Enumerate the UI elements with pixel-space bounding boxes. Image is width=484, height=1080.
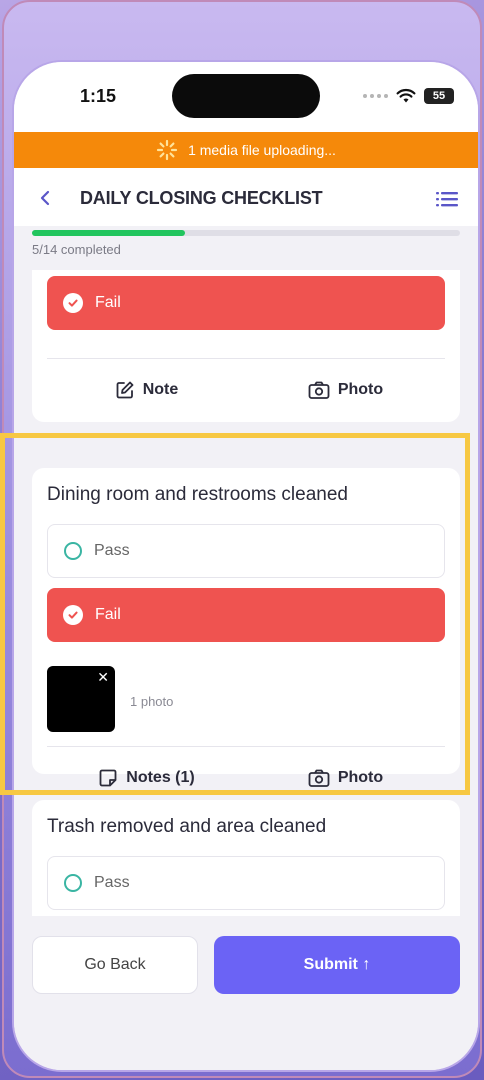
divider — [47, 746, 445, 747]
camera-icon — [308, 381, 330, 399]
fail-label: Fail — [95, 606, 121, 623]
divider — [47, 358, 445, 359]
photo-button[interactable]: Photo — [246, 368, 445, 412]
status-bar: 1:15 55 — [14, 62, 478, 134]
note-button[interactable]: Note — [47, 368, 246, 412]
checklist-item: Fail Note Photo — [32, 270, 460, 422]
submit-button[interactable]: Submit ↑ — [214, 936, 460, 994]
go-back-button[interactable]: Go Back — [32, 936, 198, 994]
checklist-item: Trash removed and area cleaned Pass — [32, 800, 460, 916]
pass-option[interactable]: Pass — [47, 856, 445, 910]
checklist-item: Dining room and restrooms cleaned Pass F… — [32, 468, 460, 787]
battery-icon: 55 — [424, 88, 454, 104]
fail-option[interactable]: Fail — [47, 276, 445, 330]
page-title: DAILY CLOSING CHECKLIST — [80, 188, 323, 208]
upload-banner: 1 media file uploading... — [14, 132, 478, 168]
fail-option[interactable]: Fail — [47, 588, 445, 642]
loading-spinner-icon — [156, 139, 178, 161]
status-icons: 55 — [363, 88, 454, 104]
app-header: DAILY CLOSING CHECKLIST — [14, 168, 478, 230]
photo-count: 1 photo — [130, 694, 174, 709]
list-menu-button[interactable] — [436, 190, 458, 208]
sticky-note-icon — [99, 769, 117, 787]
radio-icon — [64, 874, 82, 892]
notes-button[interactable]: Notes (1) — [47, 756, 246, 800]
progress-section: 5/14 completed — [14, 226, 478, 270]
status-time: 1:15 — [80, 86, 117, 106]
app-screen: 1:15 55 1 media file uploading... DAILY … — [14, 62, 478, 1070]
list-icon — [436, 192, 458, 207]
item-actions: Note Photo — [47, 368, 445, 412]
footer: Go Back Submit ↑ — [14, 916, 478, 1070]
back-button[interactable] — [34, 186, 58, 210]
upload-status-text: 1 media file uploading... — [188, 142, 336, 158]
notes-label: Notes (1) — [126, 769, 195, 786]
phone-frame: 1:15 55 1 media file uploading... DAILY … — [2, 0, 482, 1078]
item-title: Trash removed and area cleaned — [47, 816, 327, 837]
item-actions: Notes (1) Photo — [47, 756, 445, 800]
radio-icon — [64, 542, 82, 560]
photo-thumbnail[interactable]: ✕ — [47, 666, 115, 732]
camera-icon — [308, 769, 330, 787]
photo-label: Photo — [337, 769, 384, 786]
check-circle-icon — [63, 293, 83, 313]
dynamic-island — [172, 74, 320, 118]
checklist[interactable]: Fail Note Photo Dining room and restroom… — [14, 270, 478, 916]
wifi-icon — [396, 88, 416, 103]
close-icon[interactable]: ✕ — [97, 670, 109, 684]
edit-note-icon — [116, 381, 134, 399]
progress-bar — [32, 230, 460, 236]
note-label: Note — [142, 381, 179, 398]
photo-label: Photo — [337, 381, 384, 398]
item-title: Dining room and restrooms cleaned — [47, 484, 348, 505]
fail-label: Fail — [95, 294, 121, 311]
pass-label: Pass — [94, 874, 130, 891]
signal-icon — [363, 94, 388, 98]
photo-button[interactable]: Photo — [246, 756, 445, 800]
pass-label: Pass — [94, 542, 130, 559]
progress-fill — [32, 230, 185, 236]
chevron-left-icon — [40, 190, 50, 206]
pass-option[interactable]: Pass — [47, 524, 445, 578]
check-circle-icon — [63, 605, 83, 625]
progress-text: 5/14 completed — [32, 242, 121, 257]
